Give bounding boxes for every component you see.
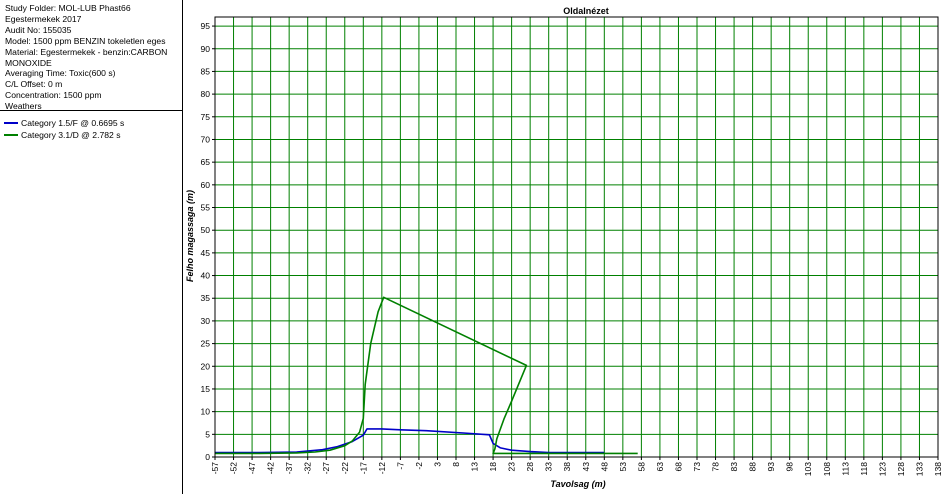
y-axis-label: Felho magassaga (m) (185, 190, 195, 282)
legend-swatch-series-2 (4, 133, 18, 136)
x-tick-label: 58 (636, 462, 646, 472)
info-line: Concentration: 1500 ppm (5, 90, 102, 101)
x-tick-label: 28 (525, 462, 535, 472)
y-tick-label: 5 (205, 429, 210, 439)
y-tick-labels: 0 5 10 15 20 25 30 35 40 45 50 55 60 65 70 75 80 85 90 95 (201, 21, 215, 462)
x-tick-label: 98 (785, 462, 795, 472)
y-tick-label: 15 (201, 384, 211, 394)
y-tick-label: 70 (201, 134, 211, 144)
legend-entry-series-2: Category 3.1/D @ 2.782 s (4, 129, 182, 140)
x-tick-label: 138 (933, 462, 943, 476)
x-tick-labels: -57 -52 -47 -42 -37 -32 -27 -22 -17 -12 -7 -2 3 8 13 18… (210, 457, 943, 476)
y-tick-label: 55 (201, 203, 211, 213)
chart-title: Oldalnézet (563, 6, 609, 16)
info-line: MONOXIDE (5, 57, 52, 68)
y-tick-label: 90 (201, 44, 211, 54)
x-tick-label: 93 (766, 462, 776, 472)
x-axis-label: Tavolsag (m) (550, 479, 605, 489)
series-line-1 (215, 428, 605, 454)
x-tick-label: 13 (470, 462, 480, 472)
y-tick-label: 60 (201, 180, 211, 190)
x-tick-label: 83 (729, 462, 739, 472)
x-tick-label: -52 (229, 462, 239, 475)
x-tick-label: 73 (692, 462, 702, 472)
y-tick-label: 0 (205, 452, 210, 462)
legend-panel: Category 1.5/F @ 0.6695 s Category 3.1/D… (0, 111, 183, 494)
info-line: Egestermekek 2017 (5, 13, 82, 24)
y-tick-label: 65 (201, 157, 211, 167)
y-tick-label: 35 (201, 293, 211, 303)
info-line: Study Folder: MOL-LUB Phast66 (5, 3, 131, 13)
x-tick-label: 43 (581, 462, 591, 472)
y-tick-label: 85 (201, 66, 211, 76)
y-tick-label: 45 (201, 248, 211, 258)
x-tick-label: 33 (544, 462, 554, 472)
y-tick-label: 20 (201, 361, 211, 371)
y-tick-label: 80 (201, 89, 211, 99)
x-tick-label: -12 (377, 462, 387, 475)
x-tick-label: 108 (822, 462, 832, 476)
x-tick-label: 3 (432, 462, 442, 467)
x-tick-label: -7 (395, 462, 405, 470)
info-line: Averaging Time: Toxic(600 s) (5, 68, 116, 79)
x-tick-label: -2 (414, 462, 424, 470)
x-tick-label: -57 (210, 462, 220, 475)
study-info-panel: Study Folder: MOL-LUB Phast66 Egestermeke… (0, 0, 183, 111)
y-tick-label: 50 (201, 225, 211, 235)
x-tick-label: -17 (358, 462, 368, 475)
x-tick-label: 133 (914, 462, 924, 476)
legend-label-series-2: Category 3.1/D @ 2.782 s (21, 129, 121, 140)
plot-frame (214, 16, 939, 458)
x-tick-label: 63 (655, 462, 665, 472)
y-tick-label: 40 (201, 271, 211, 281)
info-line: Audit No: 155035 (5, 24, 72, 35)
info-line: Model: 1500 ppm BENZIN tokeletlen eges (5, 35, 166, 46)
legend-label-series-1: Category 1.5/F @ 0.6695 s (21, 117, 125, 128)
x-tick-label: -37 (284, 462, 294, 475)
x-tick-label: 78 (711, 462, 721, 472)
y-tick-label: 10 (201, 407, 211, 417)
grid (214, 17, 939, 458)
x-tick-label: 118 (859, 462, 869, 476)
legend-swatch-series-1 (4, 121, 18, 124)
x-tick-label: 123 (877, 462, 887, 476)
x-tick-label: 88 (748, 462, 758, 472)
x-tick-label: 103 (803, 462, 813, 476)
side-view-chart: Oldalnézet Tavolsag (m) Felho magassaga … (185, 6, 943, 489)
info-line: Material: Egestermekek - benzin:CARBON (5, 46, 168, 57)
info-line: C/L Offset: 0 m (5, 79, 63, 90)
x-tick-label: -27 (321, 462, 331, 475)
x-tick-label: 48 (599, 462, 609, 472)
x-tick-label: 38 (562, 462, 572, 472)
y-tick-label: 95 (201, 21, 211, 31)
legend-entry-series-1: Category 1.5/F @ 0.6695 s (4, 117, 182, 128)
y-tick-label: 25 (201, 339, 211, 349)
x-tick-label: 113 (840, 462, 850, 476)
x-tick-label: 8 (451, 462, 461, 467)
x-tick-label: 68 (673, 462, 683, 472)
y-tick-label: 30 (201, 316, 211, 326)
x-tick-label: -47 (247, 462, 257, 475)
x-tick-label: -32 (303, 462, 313, 475)
y-tick-label: 75 (201, 112, 211, 122)
x-tick-label: -42 (266, 462, 276, 475)
x-tick-label: 128 (896, 462, 906, 476)
x-tick-label: 18 (488, 462, 498, 472)
x-tick-label: -22 (340, 462, 350, 475)
x-tick-label: 23 (507, 462, 517, 472)
x-tick-label: 53 (618, 462, 628, 472)
